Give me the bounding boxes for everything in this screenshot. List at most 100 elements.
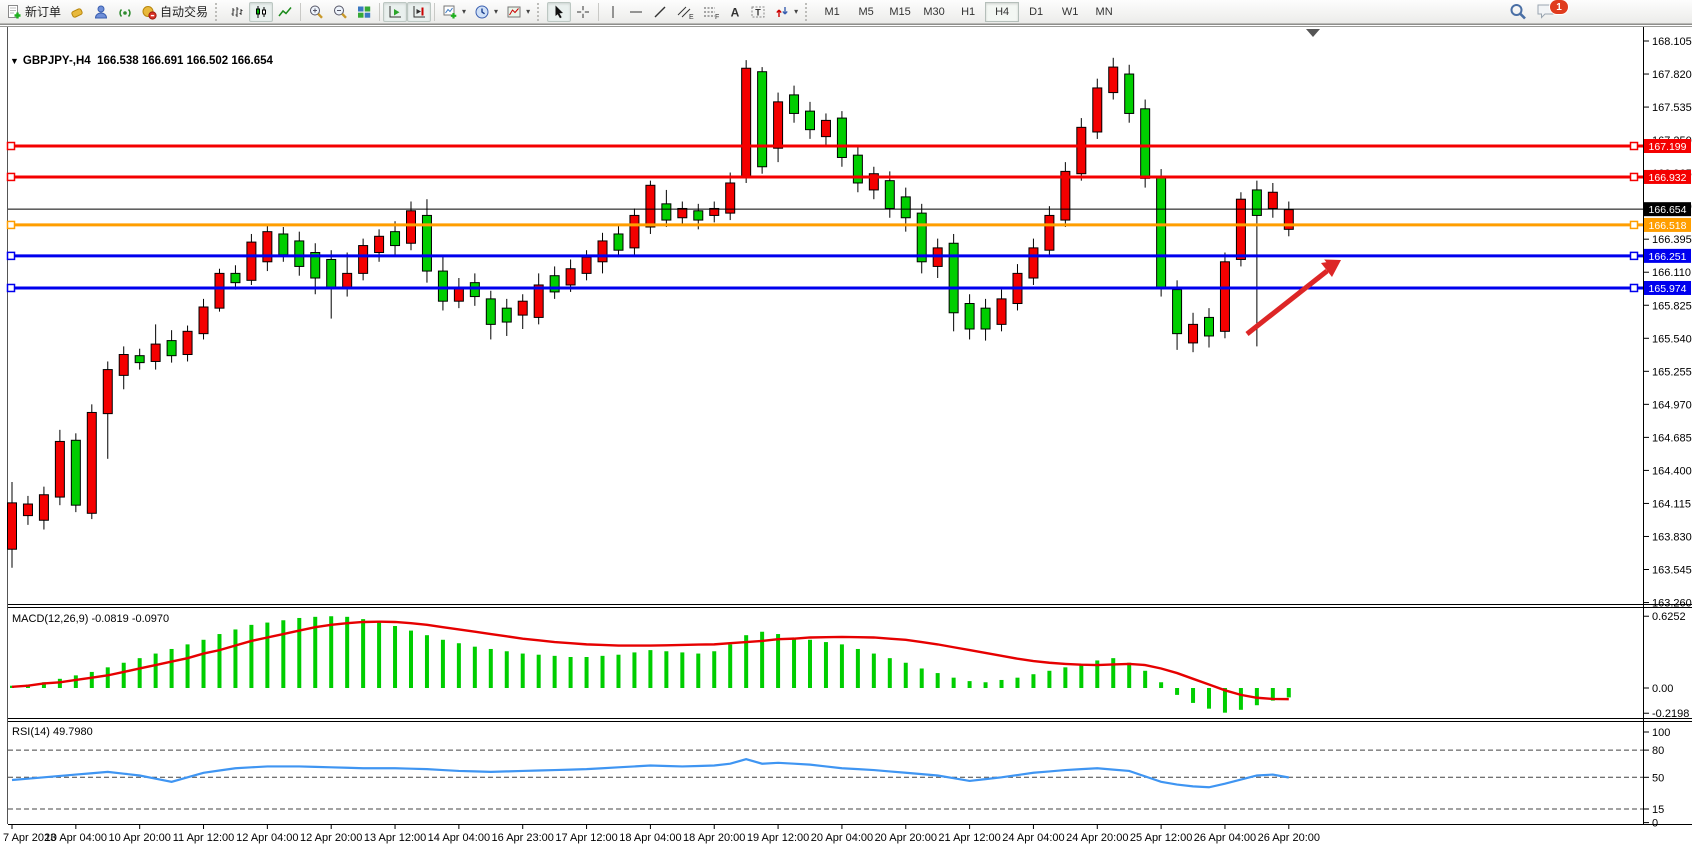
- candle[interactable]: [327, 250, 336, 318]
- candle[interactable]: [1173, 280, 1182, 350]
- candle[interactable]: [710, 202, 719, 223]
- text-tool-button[interactable]: A: [724, 2, 746, 22]
- candle[interactable]: [758, 67, 767, 174]
- line-handle[interactable]: [8, 173, 15, 180]
- timeframe-m15[interactable]: M15: [883, 2, 917, 22]
- candle[interactable]: [917, 204, 926, 274]
- candle[interactable]: [23, 496, 32, 525]
- candle[interactable]: [359, 239, 368, 281]
- candle[interactable]: [167, 330, 176, 362]
- timeframe-mn[interactable]: MN: [1087, 2, 1121, 22]
- candle[interactable]: [1061, 162, 1070, 227]
- horizontal-line-tool-button[interactable]: [624, 2, 648, 22]
- candle[interactable]: [790, 86, 799, 123]
- trendline-tool-button[interactable]: [648, 2, 672, 22]
- candle[interactable]: [933, 239, 942, 278]
- candle[interactable]: [965, 294, 974, 339]
- profiles-button[interactable]: [65, 2, 89, 22]
- arrow-annotation[interactable]: [1247, 260, 1341, 335]
- fibonacci-tool-button[interactable]: F: [698, 2, 724, 22]
- candle[interactable]: [821, 113, 830, 145]
- candle[interactable]: [502, 299, 511, 336]
- zoom-in-button[interactable]: [304, 2, 328, 22]
- line-handle[interactable]: [1631, 284, 1638, 291]
- timeframe-d1[interactable]: D1: [1019, 2, 1053, 22]
- candle[interactable]: [774, 93, 783, 163]
- candle[interactable]: [8, 482, 17, 568]
- text-label-tool-button[interactable]: T: [746, 2, 770, 22]
- candle[interactable]: [486, 291, 495, 340]
- candle[interactable]: [1220, 253, 1229, 339]
- timeframe-m5[interactable]: M5: [849, 2, 883, 22]
- candle[interactable]: [981, 299, 990, 341]
- candle[interactable]: [55, 430, 64, 505]
- candle[interactable]: [1029, 239, 1038, 285]
- signals-button[interactable]: [113, 2, 137, 22]
- timeframe-h1[interactable]: H1: [951, 2, 985, 22]
- candle[interactable]: [1045, 206, 1054, 257]
- chart-canvas[interactable]: 168.105167.820167.535167.250166.965166.6…: [0, 25, 1692, 853]
- candle[interactable]: [470, 273, 479, 305]
- periods-button[interactable]: ▾: [470, 2, 502, 22]
- candle[interactable]: [247, 234, 256, 285]
- candlestick-mode-button[interactable]: [249, 2, 273, 22]
- candle[interactable]: [231, 265, 240, 289]
- line-handle[interactable]: [8, 143, 15, 150]
- symbol-dropdown-icon[interactable]: ▼: [10, 56, 19, 66]
- candle[interactable]: [343, 253, 352, 297]
- candle[interactable]: [1189, 313, 1198, 352]
- line-handle[interactable]: [8, 252, 15, 259]
- candle[interactable]: [215, 269, 224, 312]
- timeframe-h4[interactable]: H4: [985, 2, 1019, 22]
- line-handle[interactable]: [8, 284, 15, 291]
- candle[interactable]: [1205, 308, 1214, 347]
- market-watch-button[interactable]: [89, 2, 113, 22]
- candle[interactable]: [518, 294, 527, 329]
- line-handle[interactable]: [1631, 173, 1638, 180]
- candle[interactable]: [119, 346, 128, 389]
- candle[interactable]: [869, 167, 878, 199]
- search-icon[interactable]: [1508, 2, 1528, 22]
- bar-chart-mode-button[interactable]: [225, 2, 249, 22]
- candle[interactable]: [550, 266, 559, 298]
- line-handle[interactable]: [1631, 221, 1638, 228]
- horizontal-line-166.518[interactable]: [8, 221, 1644, 228]
- channel-tool-button[interactable]: E: [672, 2, 698, 22]
- line-handle[interactable]: [8, 221, 15, 228]
- templates-button[interactable]: ▾: [502, 2, 534, 22]
- line-chart-mode-button[interactable]: [273, 2, 297, 22]
- candle[interactable]: [1093, 79, 1102, 139]
- candle[interactable]: [630, 208, 639, 254]
- candle[interactable]: [614, 225, 623, 257]
- line-handle[interactable]: [1631, 143, 1638, 150]
- candle[interactable]: [534, 273, 543, 324]
- candle[interactable]: [454, 278, 463, 308]
- auto-scroll-button[interactable]: [383, 2, 407, 22]
- candle[interactable]: [1077, 118, 1086, 181]
- new-chart-button[interactable]: ▾: [438, 2, 470, 22]
- candle[interactable]: [1125, 65, 1134, 123]
- candle[interactable]: [1109, 58, 1118, 100]
- candle[interactable]: [1268, 183, 1277, 218]
- crosshair-tool-button[interactable]: [571, 2, 595, 22]
- chat-button[interactable]: 1: [1536, 1, 1562, 23]
- candle[interactable]: [997, 290, 1006, 332]
- candle[interactable]: [1141, 100, 1150, 188]
- line-handle[interactable]: [1631, 252, 1638, 259]
- chart-shift-button[interactable]: [407, 2, 431, 22]
- candle[interactable]: [151, 324, 160, 369]
- candle[interactable]: [199, 299, 208, 340]
- timeframe-m1[interactable]: M1: [815, 2, 849, 22]
- time-axis[interactable]: 7 Apr 202310 Apr 04:0010 Apr 20:0011 Apr…: [3, 825, 1320, 844]
- candle[interactable]: [71, 433, 80, 512]
- cursor-tool-button[interactable]: [547, 2, 571, 22]
- candle[interactable]: [1284, 202, 1293, 237]
- candle[interactable]: [87, 404, 96, 519]
- horizontal-line-165.974[interactable]: [8, 284, 1644, 291]
- candle[interactable]: [678, 202, 687, 225]
- candle[interactable]: [949, 234, 958, 331]
- tile-windows-button[interactable]: [352, 2, 376, 22]
- candle[interactable]: [806, 102, 815, 139]
- candle[interactable]: [103, 361, 112, 458]
- candle[interactable]: [135, 349, 144, 370]
